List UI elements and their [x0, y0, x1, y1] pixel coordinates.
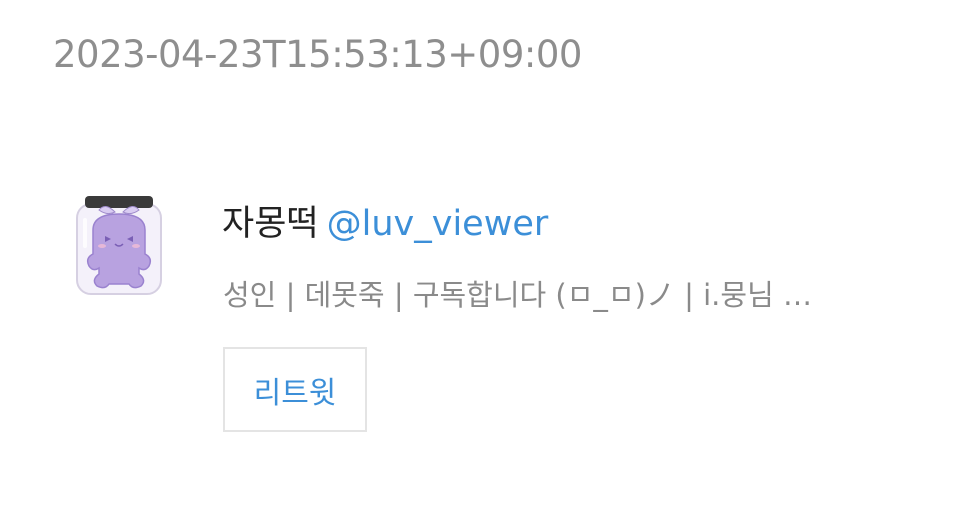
avatar[interactable] [69, 192, 169, 298]
user-bio: 성인 | 데못죽 | 구독합니다 (ㅁ_ㅁ)ノ | i.뭉님 … [223, 278, 812, 312]
user-handle[interactable]: @luv_viewer [327, 204, 549, 244]
display-name[interactable]: 자몽떡 [222, 204, 319, 244]
timestamp: 2023-04-23T15:53:13+09:00 [53, 33, 582, 76]
user-line: 자몽떡 @luv_viewer [222, 198, 548, 250]
retweet-button[interactable]: 리트윗 [223, 347, 367, 432]
purple-jar-creature-icon [76, 196, 162, 295]
